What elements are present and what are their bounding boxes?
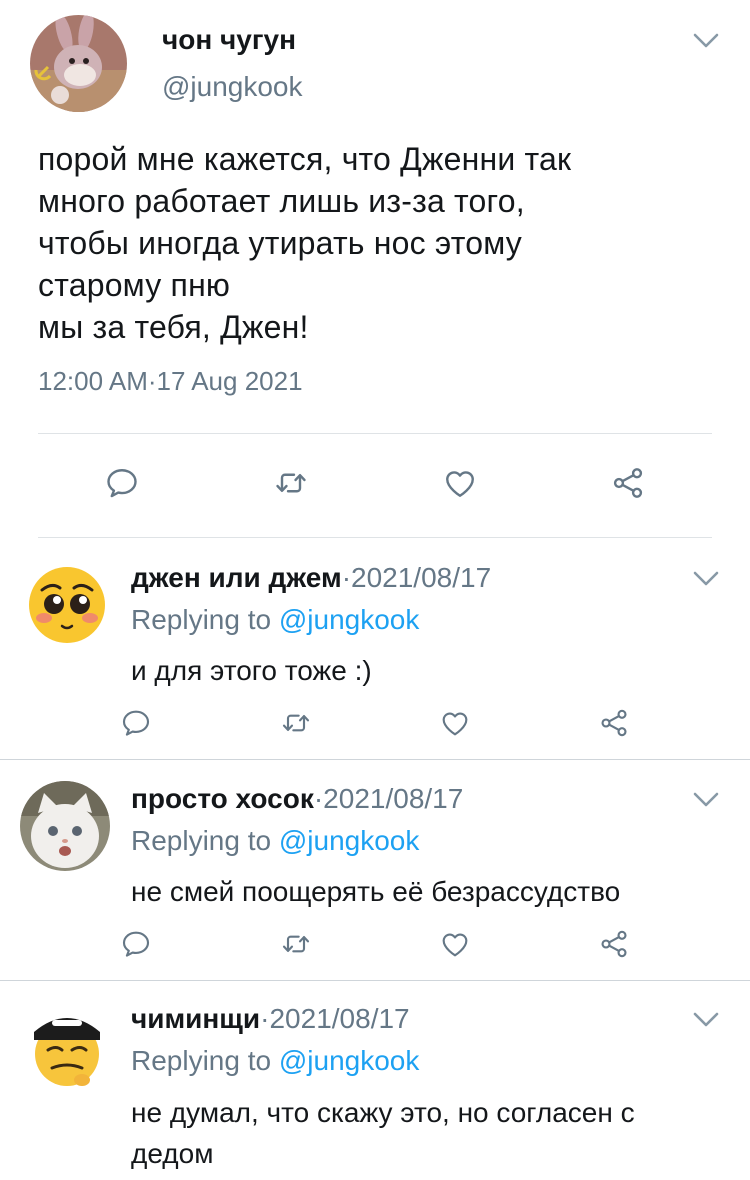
share-icon[interactable] (598, 928, 630, 960)
reply-icon[interactable] (120, 928, 152, 960)
cap-emoji-avatar-icon (22, 1002, 112, 1092)
share-icon[interactable] (598, 707, 630, 739)
divider (0, 759, 750, 760)
cat-avatar-icon (20, 781, 110, 871)
chevron-down-icon[interactable] (693, 33, 719, 49)
author-name[interactable]: просто хосок (131, 783, 314, 814)
retweet-icon[interactable] (273, 465, 309, 501)
blushing-face-avatar-icon (22, 560, 112, 650)
author-name[interactable]: чон чугун (162, 24, 296, 56)
replying-prefix: Replying to (131, 604, 279, 635)
divider (38, 433, 712, 434)
reply-header: просто хосок·2021/08/17 (131, 783, 463, 815)
reply-date[interactable]: ·2021/08/17 (260, 1003, 409, 1034)
author-handle[interactable]: @jungkook (162, 71, 303, 103)
tweet-text-line: чтобы иногда утирать нос этому (38, 225, 522, 261)
reply-icon[interactable] (120, 707, 152, 739)
avatar[interactable] (20, 781, 110, 871)
mention-link[interactable]: @jungkook (279, 1045, 420, 1076)
avatar[interactable] (22, 1002, 112, 1092)
replying-prefix: Replying to (131, 825, 279, 856)
reply-text: не думал, что скажу это, но согласен с д… (131, 1092, 635, 1174)
author-name[interactable]: джен или джем (131, 562, 342, 593)
chevron-down-icon[interactable] (693, 571, 719, 587)
like-icon[interactable] (442, 465, 478, 501)
reply-text-line: не думал, что скажу это, но согласен с (131, 1097, 635, 1128)
mention-link[interactable]: @jungkook (279, 825, 420, 856)
share-icon[interactable] (610, 465, 646, 501)
reply-header: джен или джем·2021/08/17 (131, 562, 491, 594)
tweet-text-line: мы за тебя, Джен! (38, 309, 309, 345)
reply-text-line: не смей поощерять её безрассудство (131, 876, 621, 907)
chevron-down-icon[interactable] (693, 792, 719, 808)
reply-date[interactable]: ·2021/08/17 (342, 562, 491, 593)
tweet-text-line: старому пню (38, 267, 231, 303)
reply-date[interactable]: ·2021/08/17 (314, 783, 463, 814)
avatar[interactable] (30, 15, 127, 112)
author-name[interactable]: чиминщи (131, 1003, 260, 1034)
avatar[interactable] (22, 560, 112, 650)
divider (38, 537, 712, 538)
reply-icon[interactable] (104, 465, 140, 501)
replying-to: Replying to @jungkook (131, 1045, 419, 1077)
replying-to: Replying to @jungkook (131, 604, 419, 636)
like-icon[interactable] (439, 928, 471, 960)
divider (0, 980, 750, 981)
mention-link[interactable]: @jungkook (279, 604, 420, 635)
replying-prefix: Replying to (131, 1045, 279, 1076)
reply-text-line: и для этого тоже :) (131, 655, 372, 686)
tweet-text-line: порой мне кажется, что Дженни так (38, 141, 572, 177)
chevron-down-icon[interactable] (693, 1012, 719, 1028)
reply-text: не смей поощерять её безрассудство (131, 871, 620, 912)
tweet-timestamp[interactable]: 12:00 AM·17 Aug 2021 (38, 366, 303, 397)
retweet-icon[interactable] (280, 928, 312, 960)
like-icon[interactable] (439, 707, 471, 739)
reply-text-line: дедом (131, 1138, 214, 1169)
reply-text: и для этого тоже :) (131, 650, 372, 691)
tweet-text-line: много работает лишь из-за того, (38, 183, 525, 219)
bunny-avatar-icon (30, 15, 127, 112)
reply-header: чиминщи·2021/08/17 (131, 1003, 410, 1035)
retweet-icon[interactable] (280, 707, 312, 739)
replying-to: Replying to @jungkook (131, 825, 419, 857)
tweet-text: порой мне кажется, что Дженни так много … (38, 138, 728, 348)
